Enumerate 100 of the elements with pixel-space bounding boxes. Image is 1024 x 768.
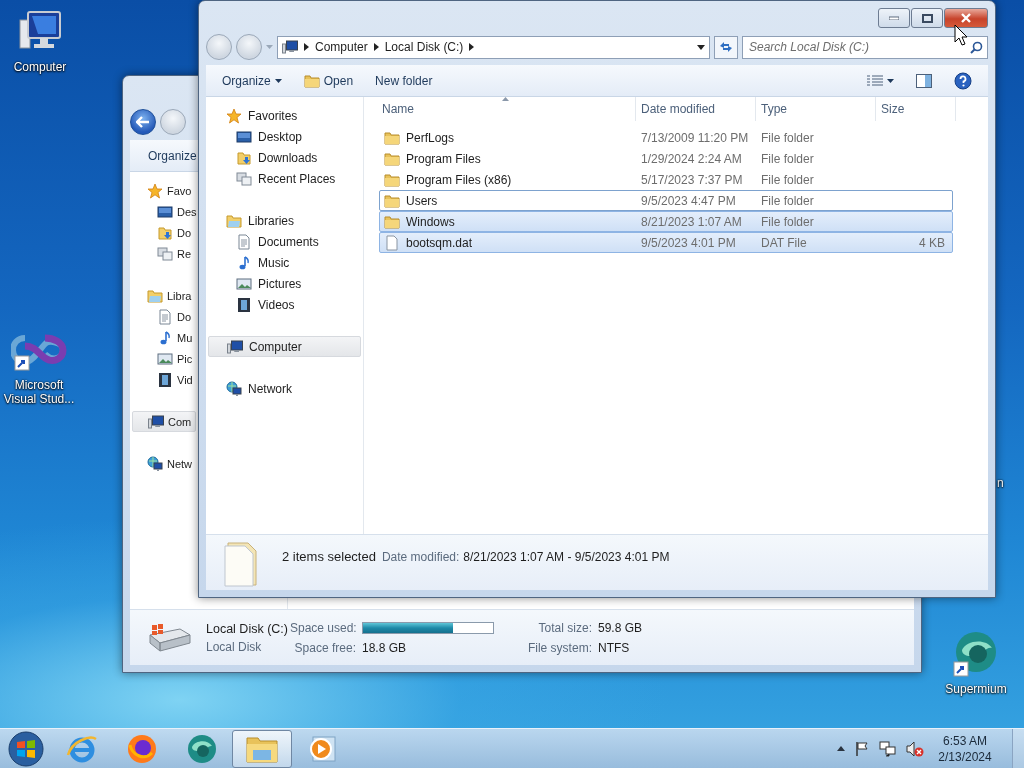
column-header[interactable]: Date modified xyxy=(636,97,756,121)
total-size-label: Total size: xyxy=(537,620,592,635)
refresh-button[interactable] xyxy=(714,35,738,59)
nav-item[interactable]: Libraries xyxy=(206,210,363,231)
nav-item[interactable]: Network xyxy=(206,378,363,399)
recent-places-icon xyxy=(157,245,173,262)
nav-item[interactable]: Vid xyxy=(130,369,196,390)
nav-item[interactable]: Desktop xyxy=(206,126,363,147)
date-modified: 7/13/2009 11:20 PM xyxy=(640,130,750,145)
file-type: File folder xyxy=(760,172,815,187)
nav-item[interactable]: Netw xyxy=(130,453,196,474)
search-field[interactable]: Search Local Disk (C:) xyxy=(742,35,988,59)
taskbar-button[interactable] xyxy=(232,729,292,768)
document-icon xyxy=(157,308,173,325)
nav-item[interactable]: Des xyxy=(130,201,196,222)
file-row[interactable]: bootsqm.dat 9/5/2023 4:01 PM DAT File 4 KB xyxy=(379,232,953,253)
search-icon xyxy=(970,40,983,54)
caret-down-icon xyxy=(274,78,282,83)
address-bar[interactable]: Computer Local Disk (C:) xyxy=(277,35,710,59)
network-icon xyxy=(879,740,897,757)
organize-button[interactable]: Organize xyxy=(148,143,197,168)
file-type: DAT File xyxy=(760,235,808,250)
nav-item[interactable]: Pic xyxy=(130,348,196,369)
network-icon xyxy=(226,380,242,397)
organize-button[interactable]: Organize xyxy=(214,68,290,93)
breadcrumb-item[interactable]: Computer xyxy=(315,40,368,54)
folder-icon xyxy=(384,150,400,167)
folder-icon xyxy=(303,72,320,89)
nav-item[interactable]: Downloads xyxy=(206,147,363,168)
file-system-label: File system: xyxy=(526,640,592,655)
nav-item[interactable]: Videos xyxy=(206,294,363,315)
windows-orb-icon xyxy=(8,730,44,767)
caret-up-icon xyxy=(837,746,845,751)
firefox-icon xyxy=(126,732,158,765)
nav-item[interactable]: Documents xyxy=(206,231,363,252)
star-icon xyxy=(226,107,242,124)
date-modified: 1/29/2024 2:24 AM xyxy=(640,151,743,166)
caret-down-icon xyxy=(697,44,705,50)
nav-item[interactable]: Favo xyxy=(130,180,196,201)
nav-item[interactable]: Computer xyxy=(208,336,361,357)
computer-icon xyxy=(227,338,243,355)
flag-icon xyxy=(854,740,870,757)
nav-item[interactable]: Re xyxy=(130,243,196,264)
date-modified: 5/17/2023 7:37 PM xyxy=(640,172,744,187)
nav-item[interactable]: Mu xyxy=(130,327,196,348)
chevron-right-icon xyxy=(373,43,379,51)
date-modified-label: Date modified: xyxy=(381,550,460,564)
nav-item[interactable]: Music xyxy=(206,252,363,273)
back-button[interactable] xyxy=(130,109,156,135)
star-icon xyxy=(147,182,163,199)
file-name: Program Files (x86) xyxy=(380,171,637,188)
file-row[interactable]: PerfLogs 7/13/2009 11:20 PM File folder xyxy=(379,127,953,148)
drive-type: Local Disk xyxy=(206,639,263,654)
close-icon xyxy=(960,13,972,23)
clock-date[interactable]: 2/13/2024 xyxy=(938,748,992,765)
film-icon xyxy=(236,296,252,313)
desktop-icon-label[interactable]: Microsoft Visual Stud... xyxy=(1,378,77,406)
play-icon xyxy=(307,733,337,764)
space-free-label: Space free: xyxy=(293,640,356,655)
breadcrumb-item[interactable]: Local Disk (C:) xyxy=(384,40,464,54)
clock-time[interactable]: 6:53 AM xyxy=(943,732,987,749)
nav-item[interactable]: Do xyxy=(130,222,196,243)
folder-icon xyxy=(384,192,400,209)
desktop-icon xyxy=(157,203,173,220)
desktop-icon-label[interactable]: Computer xyxy=(2,60,78,74)
new-folder-button[interactable]: New folder xyxy=(367,68,441,93)
column-header[interactable]: Size xyxy=(876,97,956,121)
date-modified: 8/21/2023 1:07 AM xyxy=(640,214,743,229)
folder-icon xyxy=(384,129,400,146)
column-header[interactable]: Type xyxy=(756,97,876,121)
back-arrow-icon xyxy=(136,116,150,128)
open-button[interactable]: Open xyxy=(295,68,362,93)
nav-item[interactable]: Do xyxy=(130,306,196,327)
nav-item[interactable]: Recent Places xyxy=(206,168,363,189)
nav-item[interactable]: Com xyxy=(132,411,196,432)
file-row[interactable]: Program Files 1/29/2024 2:24 AM File folder xyxy=(379,148,953,169)
preview-pane-icon xyxy=(916,73,932,88)
recent-places-icon xyxy=(236,170,252,187)
close-button[interactable] xyxy=(944,8,988,28)
nav-item[interactable]: Pictures xyxy=(206,273,363,294)
file-row[interactable]: Users 9/5/2023 4:47 PM File folder xyxy=(379,190,953,211)
caret-down-icon xyxy=(266,45,273,49)
total-size-value: 59.8 GB xyxy=(597,620,642,635)
nav-item[interactable]: Favorites xyxy=(206,105,363,126)
chevron-right-icon xyxy=(304,43,309,51)
file-name: bootsqm.dat xyxy=(380,234,637,251)
file-type: File folder xyxy=(760,151,815,166)
maximize-button[interactable] xyxy=(911,8,943,28)
desktop-icon-label[interactable]: n xyxy=(997,476,1004,490)
minimize-button[interactable] xyxy=(878,8,910,28)
caret-down-icon xyxy=(887,78,894,83)
chevron-right-icon xyxy=(469,43,475,51)
file-row[interactable]: Windows 8/21/2023 1:07 AM File folder xyxy=(379,211,953,232)
library-folder-icon xyxy=(147,287,163,304)
list-view-icon xyxy=(867,74,883,87)
film-icon xyxy=(157,371,173,388)
file-row[interactable]: Program Files (x86) 5/17/2023 7:37 PM File folder xyxy=(379,169,953,190)
minimize-icon xyxy=(889,16,899,20)
file-type: File folder xyxy=(760,214,815,229)
nav-item[interactable]: Libra xyxy=(130,285,196,306)
